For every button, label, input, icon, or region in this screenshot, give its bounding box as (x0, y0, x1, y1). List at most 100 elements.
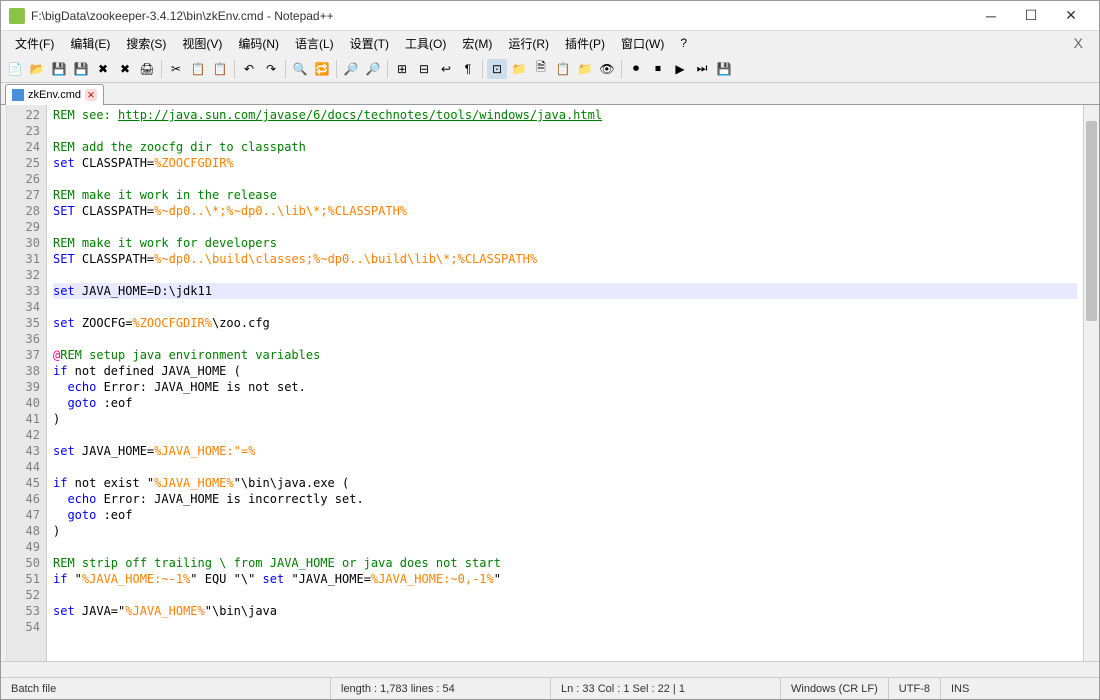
replace-icon[interactable]: 🔁 (312, 59, 332, 79)
menu-settings[interactable]: 设置(T) (342, 33, 397, 54)
zoom-out-icon[interactable]: 🔎 (363, 59, 383, 79)
line-number: 45 (7, 475, 40, 491)
separator (285, 60, 286, 78)
tabbar: zkEnv.cmd ⨯ (1, 83, 1099, 105)
redo-icon[interactable]: ↷ (261, 59, 281, 79)
vertical-scrollbar[interactable] (1083, 105, 1099, 661)
line-number: 33 (7, 283, 40, 299)
folder-workspace-icon[interactable]: 📁 (575, 59, 595, 79)
line-number: 52 (7, 587, 40, 603)
menu-tools[interactable]: 工具(O) (397, 33, 454, 54)
menubar: 文件(F) 编辑(E) 搜索(S) 视图(V) 编码(N) 语言(L) 设置(T… (1, 31, 1099, 55)
status-mode: INS (941, 678, 979, 699)
line-number: 51 (7, 571, 40, 587)
line-number: 32 (7, 267, 40, 283)
doc-map-icon[interactable]: 🗎 (531, 59, 551, 79)
save-all-icon[interactable]: 💾 (71, 59, 91, 79)
menu-run[interactable]: 运行(R) (500, 33, 557, 54)
line-number: 31 (7, 251, 40, 267)
menu-plugins[interactable]: 插件(P) (557, 33, 613, 54)
cut-icon[interactable]: ✂ (166, 59, 186, 79)
close-file-icon[interactable]: ✖ (93, 59, 113, 79)
line-number: 46 (7, 491, 40, 507)
horizontal-scrollbar[interactable] (1, 661, 1099, 677)
status-position: Ln : 33 Col : 1 Sel : 22 | 1 (551, 678, 781, 699)
menu-search[interactable]: 搜索(S) (118, 33, 174, 54)
all-chars-icon[interactable]: ¶ (458, 59, 478, 79)
separator (336, 60, 337, 78)
tab-label: zkEnv.cmd (28, 89, 81, 101)
menu-edit[interactable]: 编辑(E) (62, 33, 118, 54)
line-number: 27 (7, 187, 40, 203)
sync-h-icon[interactable]: ⊟ (414, 59, 434, 79)
window-controls: ─ ☐ ✕ (971, 2, 1091, 30)
sync-v-icon[interactable]: ⊞ (392, 59, 412, 79)
copy-icon[interactable]: 📋 (188, 59, 208, 79)
maximize-button[interactable]: ☐ (1011, 2, 1051, 30)
monitor-icon[interactable]: 👁 (597, 59, 617, 79)
window-title: F:\bigData\zookeeper-3.4.12\bin\zkEnv.cm… (31, 9, 971, 23)
line-gutter: 22 23 24 25 26 27 28 29 30 31 32 33 34 3… (7, 105, 47, 661)
toolbar: 📄 📂 💾 💾 ✖ ✖ 🖨 ✂ 📋 📋 ↶ ↷ 🔍 🔁 🔎 🔎 ⊞ ⊟ ↩ ¶ … (1, 55, 1099, 83)
line-number: 29 (7, 219, 40, 235)
open-file-icon[interactable]: 📂 (27, 59, 47, 79)
tab-zkenv[interactable]: zkEnv.cmd ⨯ (5, 84, 104, 105)
menu-encoding[interactable]: 编码(N) (230, 33, 287, 54)
line-number: 30 (7, 235, 40, 251)
indent-guide-icon[interactable]: ⊡ (487, 59, 507, 79)
close-x-icon[interactable]: X (1064, 35, 1093, 51)
folder-icon[interactable]: 📁 (509, 59, 529, 79)
line-number: 43 (7, 443, 40, 459)
play-icon[interactable]: ▶ (670, 59, 690, 79)
line-number: 37 (7, 347, 40, 363)
play-multi-icon[interactable]: ⏭ (692, 59, 712, 79)
titlebar: F:\bigData\zookeeper-3.4.12\bin\zkEnv.cm… (1, 1, 1099, 31)
minimize-button[interactable]: ─ (971, 2, 1011, 30)
line-number: 28 (7, 203, 40, 219)
menu-macro[interactable]: 宏(M) (454, 33, 500, 54)
line-number: 44 (7, 459, 40, 475)
line-number: 47 (7, 507, 40, 523)
save-macro-icon[interactable]: 💾 (714, 59, 734, 79)
menu-help[interactable]: ? (672, 34, 695, 52)
line-number: 38 (7, 363, 40, 379)
app-window: F:\bigData\zookeeper-3.4.12\bin\zkEnv.cm… (0, 0, 1100, 700)
save-icon[interactable]: 💾 (49, 59, 69, 79)
statusbar: Batch file length : 1,783 lines : 54 Ln … (1, 677, 1099, 699)
separator (234, 60, 235, 78)
status-eol: Windows (CR LF) (781, 678, 889, 699)
editor-area: 22 23 24 25 26 27 28 29 30 31 32 33 34 3… (1, 105, 1099, 661)
line-number: 48 (7, 523, 40, 539)
separator (621, 60, 622, 78)
line-number: 42 (7, 427, 40, 443)
paste-icon[interactable]: 📋 (210, 59, 230, 79)
menu-window[interactable]: 窗口(W) (613, 33, 672, 54)
undo-icon[interactable]: ↶ (239, 59, 259, 79)
code-editor[interactable]: REM see: http://java.sun.com/javase/6/do… (47, 105, 1083, 661)
line-number: 49 (7, 539, 40, 555)
line-number: 40 (7, 395, 40, 411)
status-encoding: UTF-8 (889, 678, 941, 699)
close-all-icon[interactable]: ✖ (115, 59, 135, 79)
line-number: 53 (7, 603, 40, 619)
menu-file[interactable]: 文件(F) (7, 33, 62, 54)
scroll-thumb[interactable] (1086, 121, 1097, 321)
new-file-icon[interactable]: 📄 (5, 59, 25, 79)
tab-close-icon[interactable]: ⨯ (85, 89, 97, 101)
line-number: 35 (7, 315, 40, 331)
wrap-icon[interactable]: ↩ (436, 59, 456, 79)
line-number: 22 (7, 107, 40, 123)
func-list-icon[interactable]: 📋 (553, 59, 573, 79)
line-number: 39 (7, 379, 40, 395)
find-icon[interactable]: 🔍 (290, 59, 310, 79)
line-number: 50 (7, 555, 40, 571)
record-icon[interactable]: ⏺ (626, 59, 646, 79)
print-icon[interactable]: 🖨 (137, 59, 157, 79)
separator (161, 60, 162, 78)
zoom-in-icon[interactable]: 🔎 (341, 59, 361, 79)
close-button[interactable]: ✕ (1051, 2, 1091, 30)
stop-icon[interactable]: ⏹ (648, 59, 668, 79)
menu-view[interactable]: 视图(V) (174, 33, 230, 54)
menu-language[interactable]: 语言(L) (287, 33, 342, 54)
line-number: 54 (7, 619, 40, 635)
